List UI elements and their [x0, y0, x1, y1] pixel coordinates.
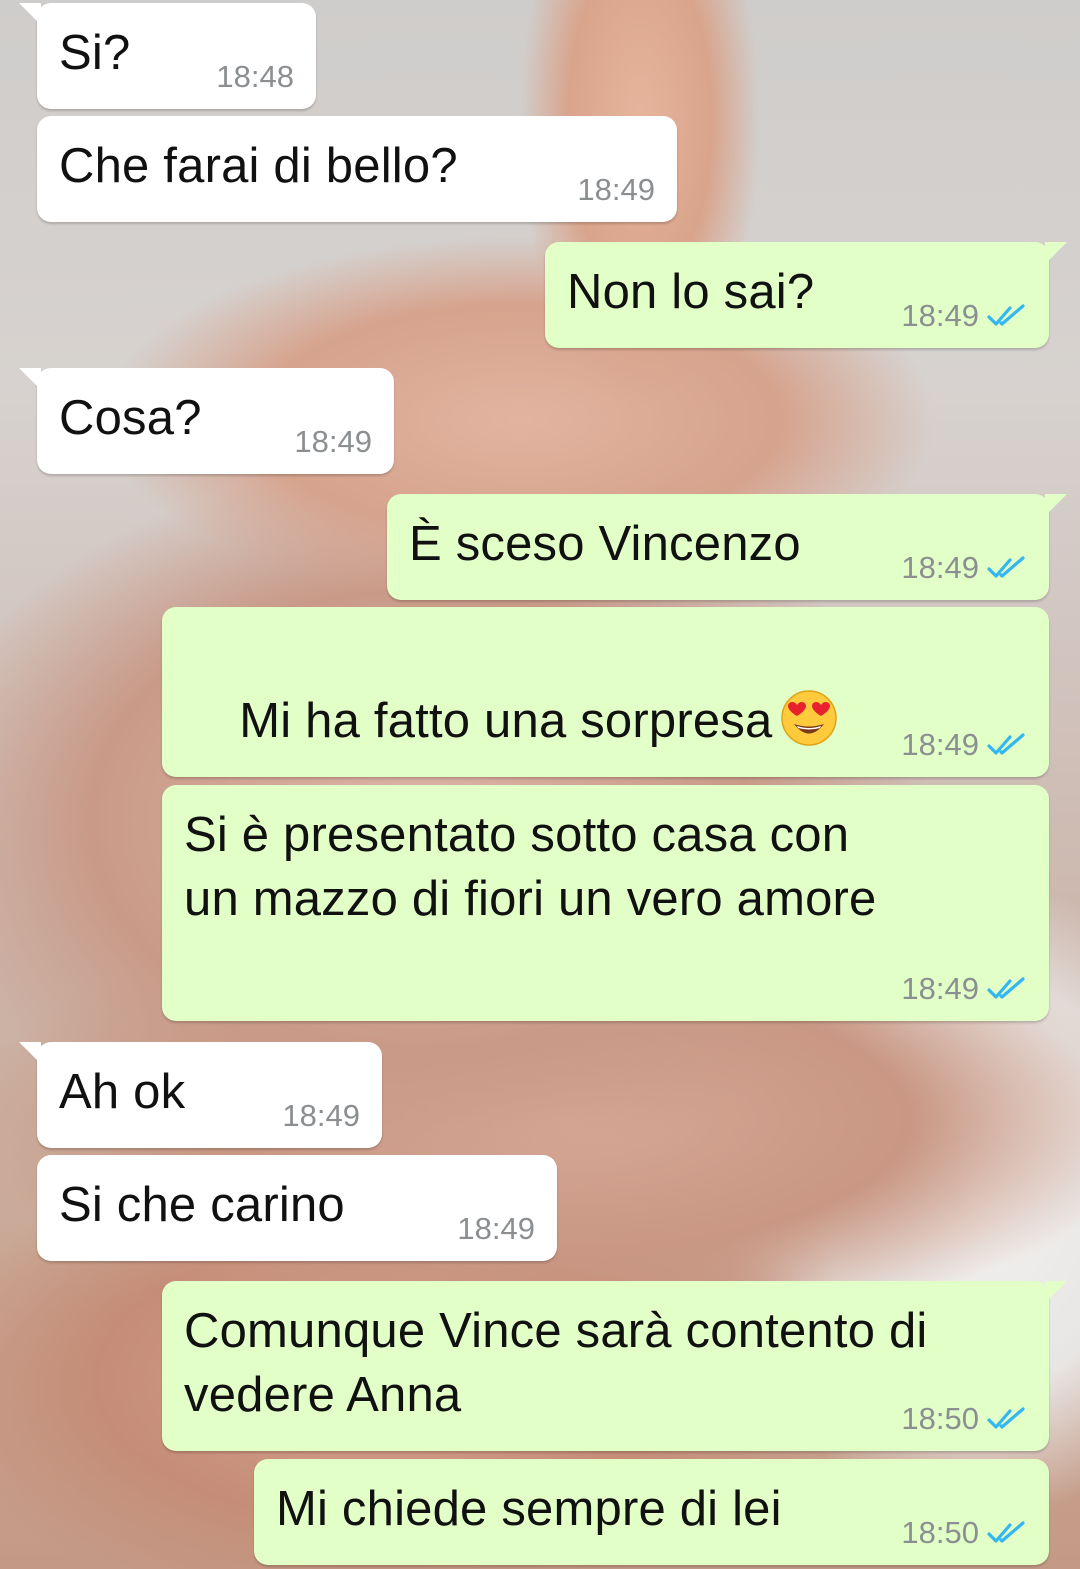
message-time: 18:50 — [901, 1515, 979, 1550]
message-text: Ah ok — [59, 1065, 186, 1119]
message-meta: 18:49 — [577, 172, 655, 208]
message-bubble-incoming[interactable]: Si? 18:48 — [19, 3, 316, 109]
message-meta: 18:49 — [282, 1098, 360, 1134]
message-text: Mi ha fatto una sorpresa — [239, 694, 773, 748]
message-bubble-incoming[interactable]: Cosa? 18:49 — [19, 368, 394, 474]
message-text: Mi chiede sempre di lei — [276, 1482, 782, 1536]
double-check-read-icon — [987, 556, 1025, 578]
message-time: 18:49 — [901, 971, 979, 1006]
message-text: Si? — [59, 26, 131, 80]
message-bubble-outgoing[interactable]: Mi ha fatto una sorpresa 18:49 — [162, 607, 1049, 777]
message-text-line-1: Si è presentato sotto casa con — [184, 808, 850, 862]
message-meta: 18:49 — [901, 550, 1027, 586]
message-time: 18:48 — [216, 59, 294, 94]
message-time: 18:49 — [577, 172, 655, 207]
message-meta: 18:49 — [901, 727, 1027, 763]
double-check-read-icon — [987, 304, 1025, 326]
message-bubble-outgoing[interactable]: Non lo sai? 18:49 — [545, 242, 1067, 348]
message-bubble-outgoing[interactable]: Si è presentato sotto casa con un mazzo … — [162, 785, 1049, 1021]
message-meta: 18:49 — [901, 298, 1027, 334]
message-text-multiline: Comunque Vince sarà contento di vedere A… — [184, 1299, 928, 1427]
message-text: Non lo sai? — [567, 265, 815, 319]
message-meta: 18:50 — [901, 1515, 1027, 1551]
message-text: Si che carino — [59, 1178, 345, 1232]
message-text: Che farai di bello? — [59, 139, 458, 193]
heart-eyes-emoji-icon — [781, 690, 838, 746]
message-meta: 18:50 — [901, 1401, 1027, 1437]
message-text: Cosa? — [59, 391, 202, 445]
message-bubble-incoming[interactable]: Ah ok 18:49 — [19, 1042, 382, 1148]
message-text-multiline: Si è presentato sotto casa con un mazzo … — [184, 803, 877, 931]
message-text-line-1: Comunque Vince sarà contento di — [184, 1304, 928, 1358]
message-time: 18:49 — [901, 550, 979, 585]
message-time: 18:49 — [294, 424, 372, 459]
message-meta: 18:49 — [901, 971, 1027, 1007]
message-time: 18:49 — [901, 298, 979, 333]
double-check-read-icon — [987, 977, 1025, 999]
message-time: 18:49 — [901, 727, 979, 762]
message-meta: 18:49 — [294, 424, 372, 460]
double-check-read-icon — [987, 1407, 1025, 1429]
message-bubble-incoming[interactable]: Che farai di bello? 18:49 — [37, 116, 677, 222]
message-meta: 18:49 — [457, 1211, 535, 1247]
message-bubble-outgoing[interactable]: Mi chiede sempre di lei 18:50 — [254, 1459, 1049, 1565]
message-bubble-outgoing[interactable]: Comunque Vince sarà contento di vedere A… — [162, 1281, 1067, 1451]
message-text: È sceso Vincenzo — [409, 517, 801, 571]
message-time: 18:50 — [901, 1401, 979, 1436]
double-check-read-icon — [987, 1521, 1025, 1543]
double-check-read-icon — [987, 733, 1025, 755]
message-meta: 18:48 — [216, 59, 294, 95]
message-time: 18:49 — [457, 1211, 535, 1246]
message-text-line-2: vedere Anna — [184, 1368, 462, 1422]
message-text-line-2: un mazzo di fiori un vero amore — [184, 872, 877, 926]
message-bubble-incoming[interactable]: Si che carino 18:49 — [37, 1155, 557, 1261]
message-time: 18:49 — [282, 1098, 360, 1133]
message-bubble-outgoing[interactable]: È sceso Vincenzo 18:49 — [387, 494, 1067, 600]
